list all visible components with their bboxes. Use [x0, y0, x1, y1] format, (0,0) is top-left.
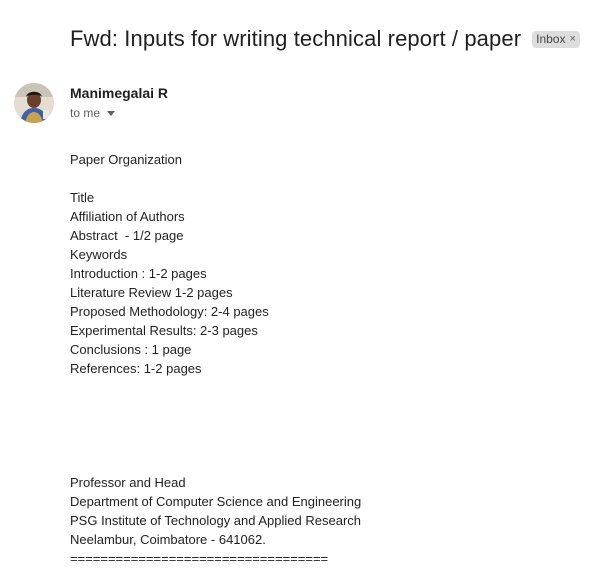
body-heading: Paper Organization — [70, 152, 183, 167]
avatar-photo — [14, 83, 54, 123]
signature-divider: ================================== — [70, 551, 329, 566]
inbox-label-text: Inbox — [536, 32, 566, 46]
caret-down-icon[interactable] — [107, 111, 116, 116]
outline-item: References: 1-2 pages — [70, 361, 202, 376]
signature-line: Department of Computer Science and Engin… — [70, 494, 362, 509]
outline-item: Proposed Methodology: 2-4 pages — [70, 304, 269, 319]
outline-item: Conclusions : 1 page — [70, 342, 192, 357]
sender-name: Manimegalai R — [70, 85, 169, 101]
inbox-label-chip[interactable]: Inbox × — [532, 30, 580, 48]
signature-line: PSG Institute of Technology and Applied … — [70, 513, 362, 528]
outline-item: Keywords — [70, 247, 128, 262]
subject-row: Fwd: Inputs for writing technical report… — [70, 26, 580, 52]
outline-item: Literature Review 1-2 pages — [70, 285, 233, 300]
signature-line: Professor and Head — [70, 475, 186, 490]
outline-item: Experimental Results: 2-3 pages — [70, 323, 258, 338]
outline-item: Affiliation of Authors — [70, 209, 185, 224]
email-subject: Fwd: Inputs for writing technical report… — [70, 26, 522, 51]
outline-item: Abstract - 1/2 page — [70, 228, 184, 243]
signature-line: Neelambur, Coimbatore - 641062. — [70, 532, 266, 547]
recipient-text: to me — [70, 106, 101, 120]
outline-item: Introduction : 1-2 pages — [70, 266, 207, 281]
email-body: Paper Organization Title Affiliation of … — [70, 150, 361, 568]
sender-avatar[interactable] — [14, 83, 54, 123]
recipient-details-toggle[interactable]: to me — [70, 106, 116, 120]
outline-item: Title — [70, 190, 95, 205]
remove-label-icon[interactable]: × — [569, 33, 575, 45]
